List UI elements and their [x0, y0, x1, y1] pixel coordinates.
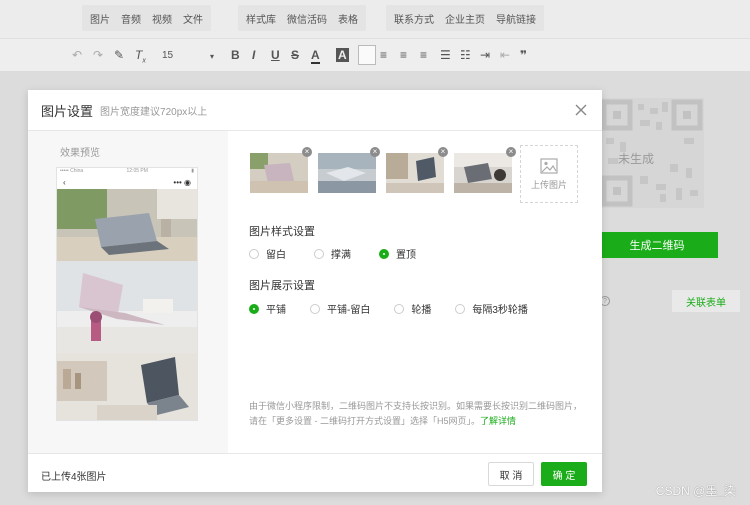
- remove-image-icon[interactable]: ×: [302, 147, 312, 157]
- insert-file[interactable]: 文件: [183, 11, 203, 26]
- align-right-icon[interactable]: ≡: [400, 48, 407, 62]
- unordered-list-icon[interactable]: ☰: [440, 48, 451, 62]
- radio-style-fill[interactable]: 撑满: [314, 246, 351, 261]
- close-icon[interactable]: [574, 103, 588, 117]
- insert-nav-link[interactable]: 导航链接: [496, 11, 536, 26]
- editor-insert-toolbar: 图片 音频 视频 文件 样式库 微信活码 表格 联系方式 企业主页 导航链接: [0, 0, 750, 38]
- underline-button[interactable]: U: [271, 48, 280, 62]
- align-center-icon[interactable]: ≡: [380, 48, 387, 62]
- image-thumbnail[interactable]: ×: [318, 147, 380, 193]
- remove-image-icon[interactable]: ×: [438, 147, 448, 157]
- align-left-icon[interactable]: [358, 45, 376, 65]
- preview-pane: 效果预览 ••••• China 12:05 PM ▮ ‹ ••• ◉: [28, 131, 228, 453]
- cancel-button[interactable]: 取 消: [488, 462, 534, 486]
- italic-button[interactable]: I: [252, 48, 255, 62]
- preview-images: [57, 189, 197, 420]
- font-color-button[interactable]: A: [311, 48, 320, 64]
- generate-qr-button[interactable]: 生成二维码: [596, 232, 718, 258]
- qr-note: 由于微信小程序限制，二维码图片不支持长按识别。如果需要长按识别二维码图片， 请在…: [249, 401, 583, 426]
- image-thumbnail[interactable]: ×: [386, 147, 448, 193]
- indent-icon[interactable]: ⇥: [480, 48, 490, 62]
- dialog-header: 图片设置 图片宽度建议720px以上: [28, 90, 602, 131]
- phone-menu-icons: ••• ◉: [173, 177, 191, 187]
- bold-button[interactable]: B: [231, 48, 240, 62]
- preview-label: 效果预览: [60, 148, 100, 159]
- insert-image[interactable]: 图片: [90, 11, 110, 26]
- image-style-options: 留白 撑满 置顶: [249, 246, 436, 261]
- image-display-options: 平铺 平铺-留白 轮播 每隔3秒轮播: [249, 301, 548, 316]
- image-display-title: 图片展示设置: [249, 280, 315, 292]
- insert-video[interactable]: 视频: [152, 11, 172, 26]
- ordered-list-icon[interactable]: ☷: [460, 48, 471, 62]
- remove-image-icon[interactable]: ×: [506, 147, 516, 157]
- outdent-icon[interactable]: ⇤: [500, 48, 510, 62]
- quote-icon[interactable]: ❞: [520, 48, 527, 62]
- dialog-title: 图片设置: [41, 103, 94, 119]
- phone-preview: ••••• China 12:05 PM ▮ ‹ ••• ◉: [56, 167, 198, 421]
- remove-image-icon[interactable]: ×: [370, 147, 380, 157]
- insert-audio[interactable]: 音频: [121, 11, 141, 26]
- uploaded-count: 已上传4张图片: [41, 472, 107, 483]
- radio-style-blank[interactable]: 留白: [249, 246, 286, 261]
- radio-display-tile[interactable]: 平铺: [249, 301, 286, 316]
- editor-format-toolbar: ↶ ↷ ✎ Tx 15 ▾ B I U S A A ≡ ≡ ≡ ☰ ☷ ⇥ ⇤ …: [0, 38, 750, 72]
- upload-label: 上传图片: [530, 179, 567, 190]
- insert-company-page[interactable]: 企业主页: [445, 11, 485, 26]
- image-thumbnail[interactable]: ×: [250, 147, 312, 193]
- insert-style-library[interactable]: 样式库: [246, 11, 276, 26]
- insert-group-style: 样式库 微信活码 表格: [238, 5, 366, 31]
- insert-wechat-code[interactable]: 微信活码: [287, 11, 327, 26]
- font-size-select[interactable]: 15: [162, 49, 173, 63]
- image-icon: [540, 157, 558, 174]
- image-settings-dialog: 图片设置 图片宽度建议720px以上 效果预览 ••••• China 12:0…: [28, 90, 602, 492]
- insert-table[interactable]: 表格: [338, 11, 358, 26]
- image-thumbnail[interactable]: ×: [454, 147, 516, 193]
- undo-icon[interactable]: ↶: [72, 48, 82, 62]
- align-justify-icon[interactable]: ≡: [420, 48, 427, 62]
- image-style-title: 图片样式设置: [249, 226, 315, 238]
- clear-format-icon[interactable]: Tx: [135, 48, 146, 68]
- radio-display-carousel[interactable]: 轮播: [394, 301, 431, 316]
- insert-group-contact: 联系方式 企业主页 导航链接: [386, 5, 544, 31]
- confirm-button[interactable]: 确 定: [541, 462, 587, 486]
- redo-icon[interactable]: ↷: [93, 48, 103, 62]
- upload-image-button[interactable]: 上传图片: [520, 145, 578, 203]
- learn-more-link[interactable]: 了解详情: [480, 416, 516, 426]
- radio-display-carousel-3s[interactable]: 每隔3秒轮播: [455, 301, 528, 316]
- settings-pane: × × × × 上传图片 图片样式设置 留白 撑满 置顶 图片展示设置 平铺 平…: [228, 131, 602, 453]
- phone-status-bar: ••••• China 12:05 PM ▮: [60, 168, 194, 174]
- strikethrough-button[interactable]: S: [291, 48, 299, 62]
- bg-color-button[interactable]: A: [336, 48, 349, 62]
- relate-form-button[interactable]: 关联表单: [672, 290, 740, 312]
- insert-group-media: 图片 音频 视频 文件: [82, 5, 211, 31]
- format-painter-icon[interactable]: ✎: [114, 48, 124, 62]
- dialog-subtitle: 图片宽度建议720px以上: [100, 106, 208, 118]
- radio-style-top[interactable]: 置顶: [379, 246, 416, 261]
- watermark: CSDN @墨_染: [655, 484, 736, 498]
- phone-nav-bar: ‹ ••• ◉: [57, 175, 197, 189]
- radio-display-tile-blank[interactable]: 平铺-留白: [310, 301, 370, 316]
- chevron-down-icon[interactable]: ▾: [210, 50, 214, 64]
- insert-contact[interactable]: 联系方式: [394, 11, 434, 26]
- qr-status-label: 未生成: [618, 152, 655, 166]
- dialog-footer: 已上传4张图片 取 消 确 定: [28, 453, 602, 492]
- back-icon: ‹: [63, 177, 66, 187]
